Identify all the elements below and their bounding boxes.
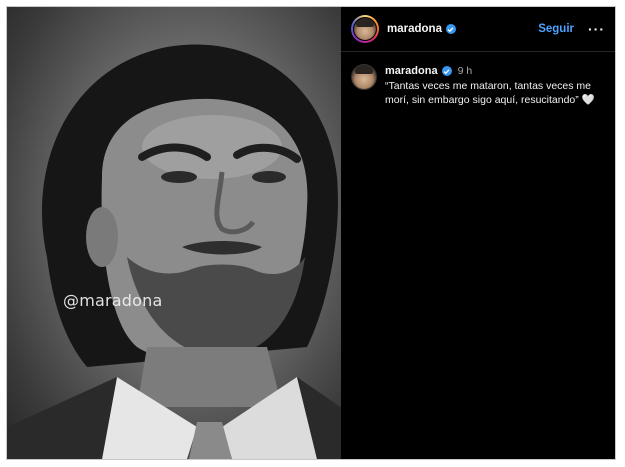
verified-badge-icon [441, 66, 452, 76]
follow-button[interactable]: Seguir [538, 23, 574, 35]
avatar-frame [353, 17, 377, 41]
post-time[interactable]: 9 h [458, 64, 473, 78]
portrait-image [7, 44, 341, 459]
instagram-post: @maradona maradona Seguir ··· maradona 9… [6, 6, 616, 460]
caption-text: “Tantas veces me mataron, tantas veces m… [385, 80, 592, 106]
more-options-icon[interactable]: ··· [588, 21, 605, 37]
post-sidebar: maradona Seguir ··· maradona 9 h “Tantas… [341, 7, 615, 459]
post-photo[interactable]: @maradona [7, 7, 341, 459]
post-header: maradona Seguir ··· [341, 7, 615, 52]
caption-comment: maradona 9 h “Tantas veces me mataron, t… [341, 52, 615, 119]
avatar-image [354, 18, 376, 40]
caption-avatar[interactable] [351, 64, 377, 90]
caption-head: maradona 9 h [385, 64, 605, 78]
caption-text-block: “Tantas veces me mataron, tantas veces m… [385, 79, 605, 107]
profile-avatar[interactable] [351, 15, 379, 43]
caption-body: maradona 9 h “Tantas veces me mataron, t… [385, 64, 605, 107]
caption-username[interactable]: maradona [385, 64, 438, 78]
photo-watermark: @maradona [63, 291, 163, 310]
header-username[interactable]: maradona [387, 23, 442, 35]
verified-badge-icon [445, 24, 456, 34]
white-heart-emoji: 🤍 [581, 94, 595, 106]
